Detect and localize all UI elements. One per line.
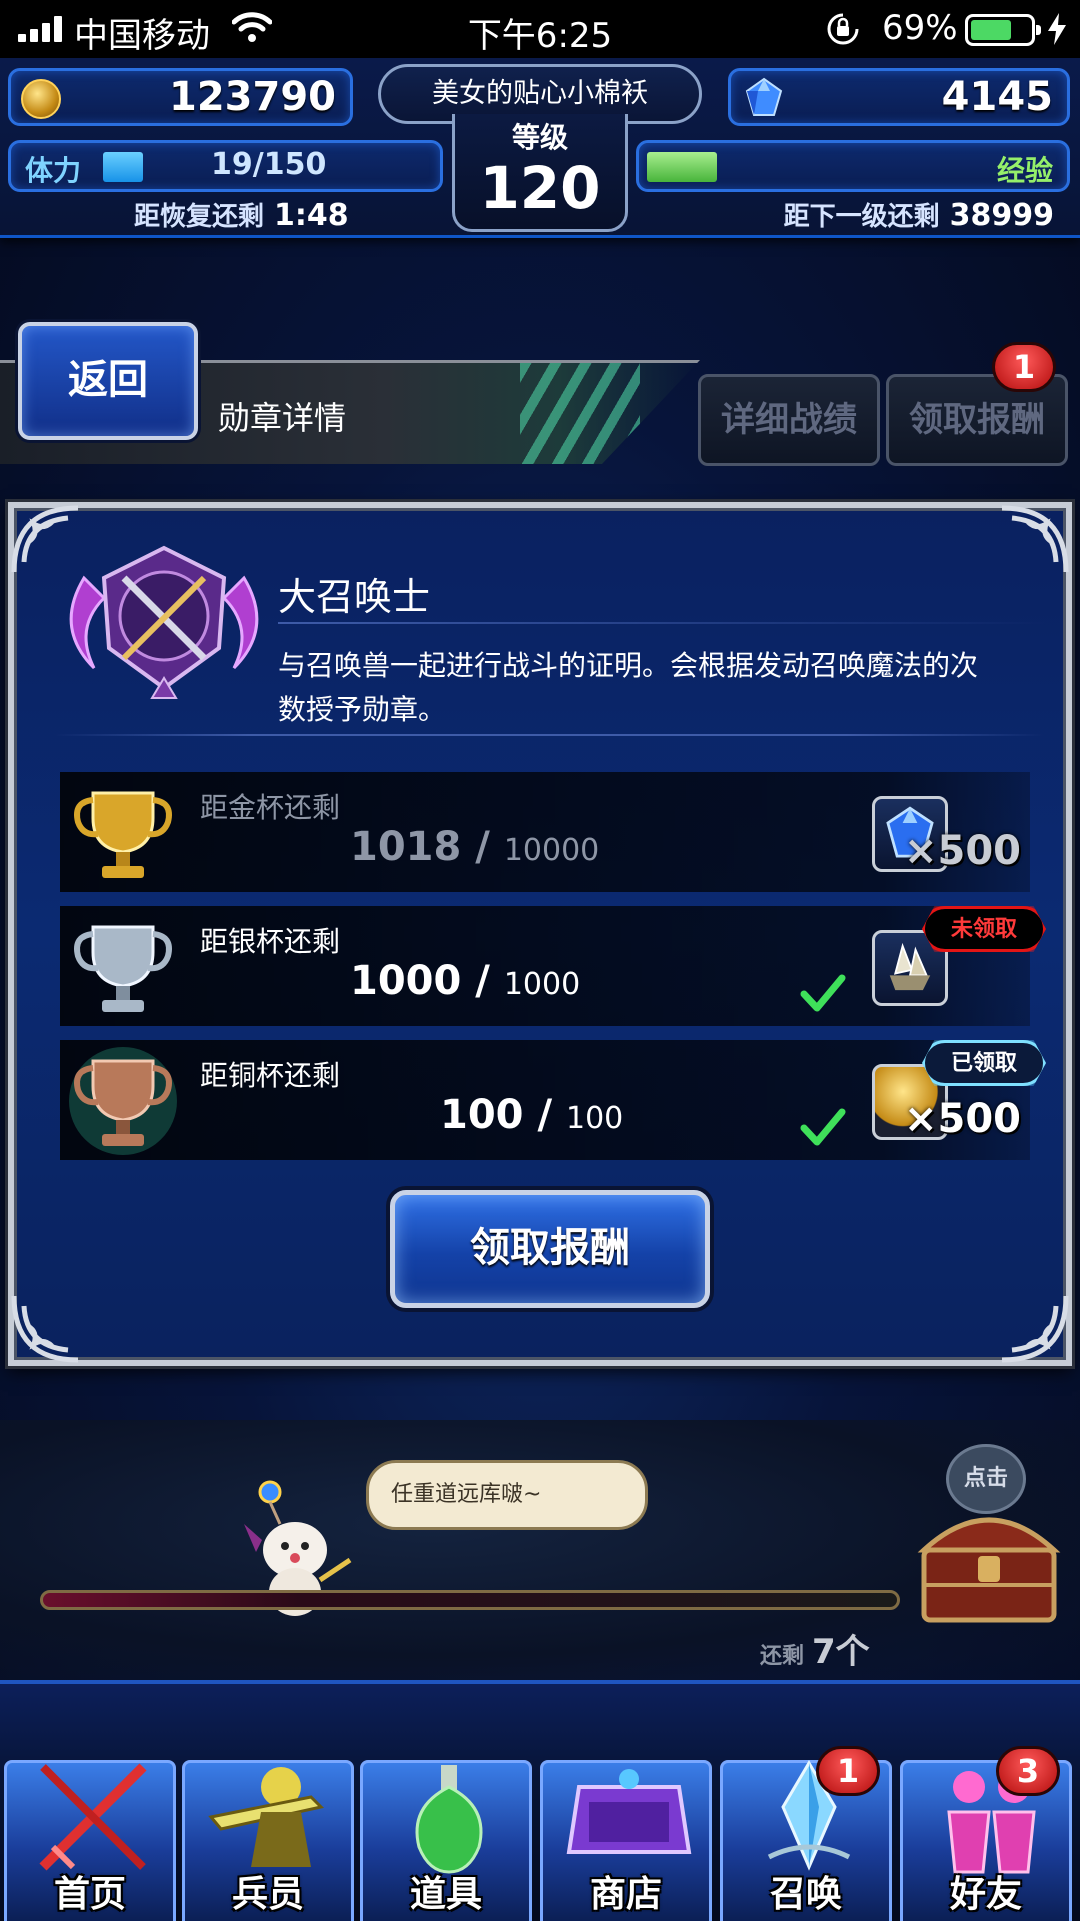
- stamina-bar: [103, 152, 143, 182]
- friends-badge: 3: [996, 1746, 1060, 1796]
- nav-label: 兵员: [231, 1874, 304, 1915]
- nav-shop[interactable]: 商店: [540, 1760, 712, 1921]
- exp-meter: 经验: [636, 140, 1070, 192]
- cup-current: 1018: [350, 824, 462, 870]
- nav-label: 好友: [949, 1874, 1022, 1915]
- nav-units[interactable]: 兵员: [182, 1760, 354, 1921]
- stamina-label: 体力: [25, 154, 82, 187]
- bronze-cup-row: 距铜杯还剩 100 / 100 ×500 已领取: [60, 1040, 1046, 1160]
- check-icon: [800, 974, 846, 1012]
- warrior-icon: [208, 1767, 324, 1867]
- unclaimed-tag: 未领取: [922, 906, 1046, 952]
- reward-quantity: ×500: [904, 828, 1022, 874]
- nav-home[interactable]: 首页: [4, 1760, 176, 1921]
- claim-reward-button[interactable]: 领取报酬: [390, 1190, 710, 1308]
- cup-slash: /: [537, 1092, 553, 1138]
- gil-amount: 123790: [169, 74, 336, 120]
- recover-time: 1:48: [274, 198, 349, 233]
- next-level-label: 距下一级还剩: [783, 202, 940, 232]
- corner-ornament: [1001, 505, 1069, 573]
- cup-label: 距铜杯还剩: [200, 1059, 341, 1092]
- nav-label: 商店: [589, 1874, 662, 1915]
- battery-icon: [965, 14, 1041, 46]
- page-title: 勋章详情: [218, 399, 347, 437]
- gem-counter[interactable]: 4145: [728, 68, 1070, 126]
- gem-icon: [745, 77, 783, 116]
- divider: [278, 622, 1048, 624]
- medal-detail-panel: 大召唤士 与召唤兽一起进行战斗的证明。会根据发动召唤魔法的次数授予勋章。 距金杯…: [8, 502, 1072, 1366]
- cup-progress: 1000 / 1000: [350, 958, 580, 1004]
- gold-cup-row: 距金杯还剩 1018 / 10000 ×500: [60, 772, 1030, 892]
- back-button[interactable]: 返回: [18, 322, 198, 440]
- battery-percent: 69%: [882, 8, 958, 48]
- check-icon: [800, 1108, 846, 1146]
- stamina-meter: 体力 19/150: [8, 140, 443, 192]
- nav-label: 道具: [409, 1874, 482, 1915]
- next-level-info: 距下一级还剩 38999: [784, 196, 1054, 233]
- cup-label: 距银杯还剩: [200, 925, 341, 958]
- cup-slash: /: [475, 958, 490, 1004]
- grand-summoner-medal-icon: [69, 545, 259, 699]
- gold-trophy-icon: [74, 791, 172, 878]
- medal-description: 与召唤兽一起进行战斗的证明。会根据发动召唤魔法的次数授予勋章。: [278, 649, 979, 726]
- next-level-exp: 38999: [949, 198, 1054, 233]
- corner-ornament: [1001, 1295, 1069, 1363]
- charging-icon: [1048, 13, 1066, 45]
- corner-ornament: [11, 1295, 79, 1363]
- rotation-lock-icon: [827, 13, 859, 45]
- detail-stats-button[interactable]: 详细战绩: [698, 374, 880, 466]
- cup-total: 10000: [503, 833, 600, 868]
- level-plate: 等级 120: [452, 114, 628, 232]
- treasure-chest-icon[interactable]: [914, 1500, 1064, 1630]
- reward-quantity: ×500: [904, 1096, 1022, 1142]
- cup-slash: /: [475, 824, 490, 870]
- cup-current: 100: [440, 1092, 524, 1138]
- player-hud: 123790 4145 体力 19/150 经验 距恢复还剩 1:48 距下一级还…: [0, 58, 1080, 238]
- sword-icon: [39, 1763, 147, 1871]
- potion-icon: [415, 1765, 483, 1874]
- divider: [54, 734, 1044, 736]
- remaining-label: 还剩: [760, 1644, 805, 1669]
- cup-total: 1000: [503, 967, 581, 1002]
- gil-coin-icon: [21, 79, 61, 119]
- nav-label: 召唤: [769, 1874, 842, 1915]
- status-bar: 中国移动 下午6:25 69%: [0, 0, 1080, 58]
- shop-icon: [566, 1769, 692, 1854]
- cup-progress: 100 / 100: [440, 1092, 623, 1138]
- level-label: 等级: [511, 121, 568, 154]
- stamina-value: 19/150: [211, 147, 327, 182]
- remaining-value: 7个: [812, 1632, 870, 1672]
- claimed-tag: 已领取: [922, 1040, 1046, 1086]
- cup-total: 100: [565, 1101, 624, 1136]
- level-number: 120: [479, 154, 601, 222]
- remaining-count: 还剩 7个: [760, 1624, 870, 1673]
- cup-label: 距金杯还剩: [200, 791, 341, 824]
- nav-label: 首页: [53, 1874, 126, 1915]
- nav-items[interactable]: 道具: [360, 1760, 532, 1921]
- summon-badge: 1: [816, 1746, 880, 1796]
- gil-counter: 123790: [8, 68, 353, 126]
- claim-count-badge: 1: [992, 342, 1056, 392]
- recover-label: 距恢复还剩: [134, 202, 265, 232]
- exp-bar: [647, 152, 717, 182]
- cup-progress: 1018 / 10000: [350, 824, 599, 870]
- cup-current: 1000: [350, 958, 462, 1004]
- silver-trophy-icon: [74, 925, 172, 1012]
- gem-amount: 4145: [941, 74, 1053, 120]
- progress-track: [40, 1590, 900, 1610]
- moogle-speech-bubble: 任重道远库啵~: [366, 1460, 648, 1530]
- silver-cup-row: 距银杯还剩 1000 / 1000 未领取: [60, 906, 1046, 1026]
- bronze-trophy-icon: [69, 1047, 177, 1155]
- exp-label: 经验: [996, 154, 1053, 187]
- stamina-recover-timer: 距恢复还剩 1:48: [134, 196, 349, 233]
- medal-name: 大召唤士: [278, 575, 431, 619]
